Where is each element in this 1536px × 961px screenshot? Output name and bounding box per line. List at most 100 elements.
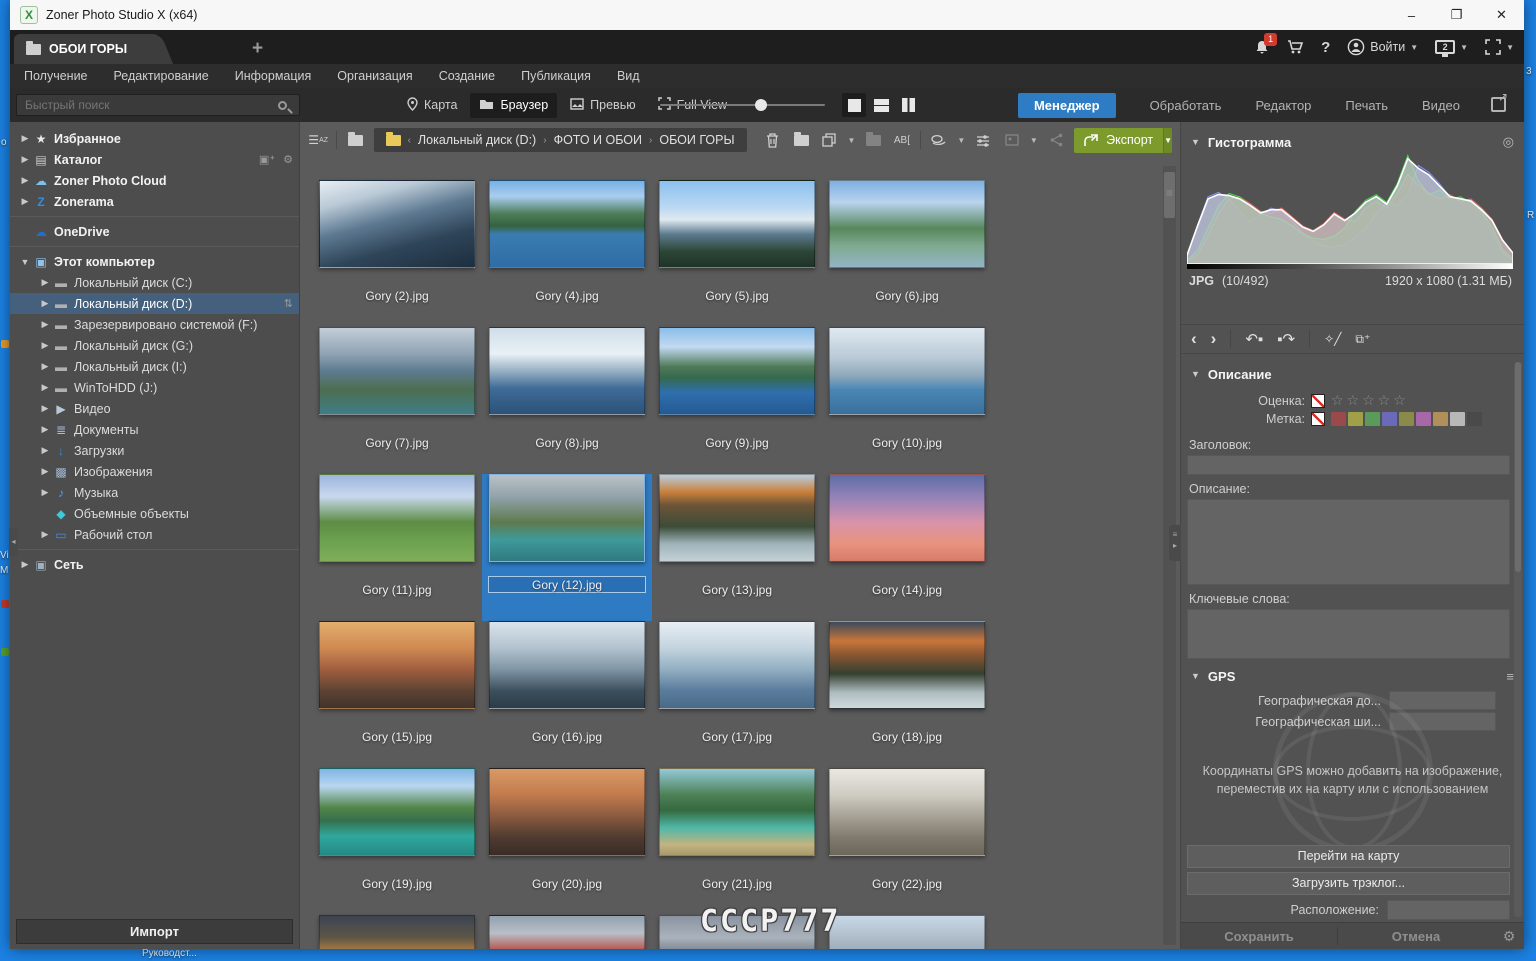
file-cell[interactable]: Gory (19).jpg xyxy=(312,768,482,915)
file-name[interactable]: Gory (7).jpg xyxy=(312,435,482,452)
new-tab-button[interactable]: + xyxy=(252,38,263,60)
file-cell[interactable]: Gory (15).jpg xyxy=(312,621,482,768)
file-thumbnail[interactable] xyxy=(319,474,475,562)
sidebar-item-локальный-диск-i-[interactable]: ▶▬Локальный диск (I:) xyxy=(10,356,299,377)
newfolder-icon[interactable]: ▣⁺ xyxy=(259,153,275,166)
sidebar-item-wintohdd-j-[interactable]: ▶▬WinToHDD (J:) xyxy=(10,377,299,398)
import-button[interactable]: Импорт xyxy=(16,919,293,944)
file-thumbnail[interactable] xyxy=(659,180,815,268)
sidebar-item-каталог[interactable]: ▶▤Каталог▣⁺⚙ xyxy=(10,149,299,170)
export-button[interactable]: Экспорт ▼ xyxy=(1074,128,1172,153)
file-name[interactable]: Gory (16).jpg xyxy=(482,729,652,746)
file-thumbnail[interactable] xyxy=(319,768,475,856)
file-thumbnail[interactable] xyxy=(829,768,985,856)
chevron-icon[interactable]: ▶ xyxy=(18,559,32,570)
file-thumbnail[interactable] xyxy=(489,768,645,856)
menu-item[interactable]: Получение xyxy=(24,69,88,83)
chevron-icon[interactable]: ▶ xyxy=(38,487,52,498)
slider-thumb[interactable] xyxy=(755,99,767,111)
menu-item[interactable]: Информация xyxy=(235,69,312,83)
file-cell[interactable]: Gory (20).jpg xyxy=(482,768,652,915)
file-cell[interactable]: Gory (27).jpg xyxy=(822,915,992,949)
sidebar-item-этот-компьютер[interactable]: ▼▣Этот компьютер xyxy=(10,251,299,272)
close-button[interactable]: ✕ xyxy=(1479,0,1524,30)
view-toggle-карта[interactable]: Карта xyxy=(398,92,466,119)
file-name[interactable]: Gory (18).jpg xyxy=(822,729,992,746)
copy-metadata-icon[interactable]: ⧉⁺ xyxy=(1355,332,1370,347)
file-name[interactable]: Gory (12).jpg xyxy=(488,576,646,593)
file-thumbnail[interactable] xyxy=(829,915,985,949)
rename-icon[interactable]: AB[ xyxy=(892,129,912,151)
sidebar-item-загрузки[interactable]: ▶↓Загрузки xyxy=(10,440,299,461)
new-folder-icon[interactable] xyxy=(791,129,811,151)
file-name[interactable]: Gory (13).jpg xyxy=(652,582,822,599)
file-thumbnail[interactable] xyxy=(489,621,645,709)
file-name[interactable]: Gory (6).jpg xyxy=(822,288,992,305)
file-thumbnail[interactable] xyxy=(489,474,645,562)
longitude-input[interactable] xyxy=(1389,691,1496,710)
export-options-caret[interactable]: ▼ xyxy=(1163,128,1172,153)
label-swatch[interactable] xyxy=(1348,412,1363,426)
file-cell[interactable]: Gory (7).jpg xyxy=(312,327,482,474)
file-cell[interactable]: Gory (23).jpg xyxy=(312,915,482,949)
go-to-map-button[interactable]: Перейти на карту xyxy=(1187,845,1510,868)
file-thumbnail[interactable] xyxy=(659,621,815,709)
chevron-icon[interactable]: ▼ xyxy=(18,257,32,267)
file-thumbnail[interactable] xyxy=(829,474,985,562)
chevron-icon[interactable]: ▶ xyxy=(38,361,52,372)
chevron-icon[interactable]: ▶ xyxy=(18,175,32,186)
file-cell[interactable]: Gory (18).jpg xyxy=(822,621,992,768)
label-swatch[interactable] xyxy=(1433,412,1448,426)
menu-item[interactable]: Публикация xyxy=(521,69,591,83)
histogram-header[interactable]: ▼ Гистограмма ◎ xyxy=(1181,130,1524,154)
chevron-icon[interactable]: ▶ xyxy=(38,382,52,393)
location-input[interactable] xyxy=(1387,900,1510,920)
histogram-target-icon[interactable]: ◎ xyxy=(1503,134,1514,150)
chevron-icon[interactable]: ▶ xyxy=(38,277,52,288)
rating-stars[interactable]: ☆☆☆☆☆ xyxy=(1331,392,1409,409)
cancel-button[interactable]: Отмена xyxy=(1338,929,1494,944)
sidebar-item-локальный-диск-c-[interactable]: ▶▬Локальный диск (C:) xyxy=(10,272,299,293)
notifications-button[interactable]: 1 xyxy=(1254,39,1270,55)
next-file-button[interactable]: › xyxy=(1211,329,1217,349)
mode-tab-Обработать[interactable]: Обработать xyxy=(1150,98,1222,113)
breadcrumb-segment[interactable]: Локальный диск (D:) xyxy=(418,133,536,147)
file-cell[interactable]: Gory (14).jpg xyxy=(822,474,992,621)
file-cell[interactable]: Gory (5).jpg xyxy=(652,180,822,327)
file-thumbnail[interactable] xyxy=(489,327,645,415)
breadcrumb-segment[interactable]: ФОТО И ОБОИ xyxy=(554,133,642,147)
label-swatch[interactable] xyxy=(1331,412,1346,426)
sidebar-item-локальный-диск-g-[interactable]: ▶▬Локальный диск (G:) xyxy=(10,335,299,356)
no-rating-swatch[interactable] xyxy=(1311,394,1325,408)
sidebar-item-изображения[interactable]: ▶▩Изображения xyxy=(10,461,299,482)
delete-icon[interactable] xyxy=(763,129,783,151)
mode-tab-Видео[interactable]: Видео xyxy=(1422,98,1460,113)
chevron-icon[interactable]: ▶ xyxy=(38,298,52,309)
chevron-icon[interactable]: ▶ xyxy=(18,133,32,144)
filter-icon[interactable] xyxy=(929,129,949,151)
file-thumbnail[interactable] xyxy=(489,180,645,268)
minimize-button[interactable]: – xyxy=(1389,0,1434,30)
open-external-icon[interactable] xyxy=(1491,97,1506,112)
chevron-down-icon[interactable]: ▼ xyxy=(1030,136,1038,145)
file-thumbnail[interactable] xyxy=(319,327,475,415)
file-cell[interactable]: Gory (24).jpg xyxy=(482,915,652,949)
sidebar-item-документы[interactable]: ▶≣Документы xyxy=(10,419,299,440)
chevron-down-icon[interactable]: ▼ xyxy=(848,136,856,145)
file-cell[interactable]: Gory (21).jpg xyxy=(652,768,822,915)
file-name[interactable]: Gory (8).jpg xyxy=(482,435,652,452)
sidebar-item-объемные-объекты[interactable]: ◆Объемные объекты xyxy=(10,503,299,524)
description-header[interactable]: ▼ Описание xyxy=(1181,362,1524,386)
gps-header[interactable]: ▼ GPS ≡ xyxy=(1181,664,1524,688)
file-thumbnail[interactable] xyxy=(319,180,475,268)
file-name[interactable]: Gory (4).jpg xyxy=(482,288,652,305)
sidebar-item-сеть[interactable]: ▶▣Сеть xyxy=(10,554,299,575)
display-select-button[interactable]: 2 ▼ xyxy=(1435,40,1468,54)
rotate-left-icon[interactable]: ↶▪ xyxy=(1245,330,1263,348)
breadcrumb-segment[interactable]: ОБОИ ГОРЫ xyxy=(659,133,734,147)
view-toggle-превью[interactable]: Превью xyxy=(561,93,644,118)
file-name[interactable]: Gory (20).jpg xyxy=(482,876,652,893)
file-cell[interactable]: Gory (9).jpg xyxy=(652,327,822,474)
chevron-down-icon[interactable]: ▼ xyxy=(957,136,965,145)
chevron-icon[interactable]: ▶ xyxy=(38,340,52,351)
